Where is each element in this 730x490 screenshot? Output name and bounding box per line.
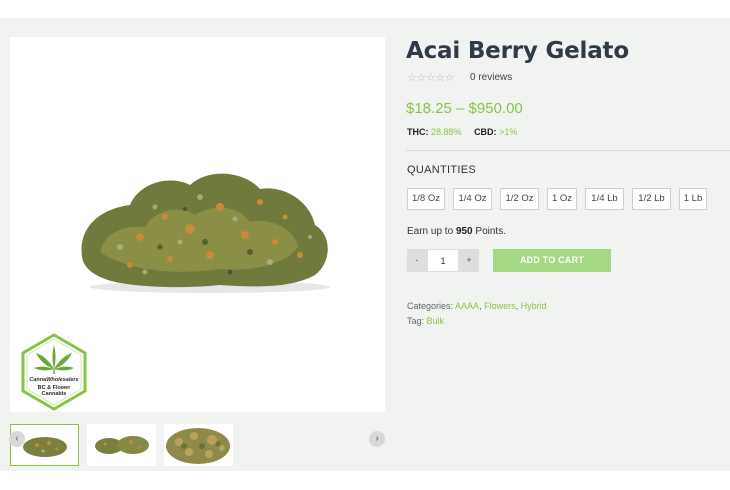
points-amount: 950 <box>455 226 473 237</box>
bottom-bar <box>0 471 730 490</box>
badge-brand-text: CannaWholesalers <box>29 377 79 383</box>
top-bar <box>0 0 730 18</box>
product-tags: Tag: Bulk <box>407 316 444 326</box>
thumbnail-strip <box>10 424 385 466</box>
price-range: $18.25 – $950.00 <box>406 100 523 117</box>
category-link-hybrid[interactable]: Hybrid <box>521 301 547 311</box>
quantity-option-1-oz[interactable]: 1 Oz <box>547 188 577 210</box>
divider <box>406 150 730 151</box>
quantity-option-1-2-lb[interactable]: 1/2 Lb <box>632 188 671 210</box>
quantity-increase-button[interactable]: + <box>459 249 479 272</box>
cbd-label: CBD: <box>474 127 497 137</box>
quantity-option-1-4-oz[interactable]: 1/4 Oz <box>453 188 492 210</box>
quantity-decrease-button[interactable]: - <box>407 249 427 272</box>
thumbnail-pile-image <box>164 424 233 466</box>
category-link-aaaa[interactable]: AAAA <box>455 301 479 311</box>
quantity-option-1-4-lb[interactable]: 1/4 Lb <box>585 188 624 210</box>
hexagon-logo-icon <box>21 333 87 411</box>
categories-label: Categories: <box>407 301 454 311</box>
product-categories: Categories: AAAA, Flowers, Hybrid <box>407 301 547 311</box>
points-suffix: Points. <box>475 226 506 237</box>
thumbnail-buds-image <box>95 436 149 454</box>
quantity-option-1-2-oz[interactable]: 1/2 Oz <box>500 188 539 210</box>
thumbnail-next-icon[interactable]: › <box>369 431 385 447</box>
points-prefix: Earn up to <box>407 226 454 237</box>
thumbnail-2[interactable] <box>87 424 156 466</box>
points-text: Earn up to 950 Points. <box>407 226 506 237</box>
add-to-cart-button[interactable]: ADD TO CART <box>493 249 611 272</box>
quantity-option-1-lb[interactable]: 1 Lb <box>679 188 707 210</box>
badge-line-2: Cannabis <box>41 391 67 397</box>
tag-link-bulk[interactable]: Bulk <box>427 316 445 326</box>
thumbnail-prev-icon[interactable]: ‹ <box>9 431 25 447</box>
quantity-option-1-8-oz[interactable]: 1/8 Oz <box>407 188 445 210</box>
cannabinoid-info: THC: 28.88% CBD: >1% <box>407 127 517 137</box>
quantity-input[interactable] <box>427 249 459 272</box>
cbd-value: >1% <box>499 127 518 137</box>
thc-value: 28.88% <box>431 127 462 137</box>
main-product-image[interactable]: CannaWholesalers BC & Flower Cannabis <box>10 37 385 412</box>
tag-label: Tag: <box>407 316 425 326</box>
reviews-link[interactable]: 0 reviews <box>470 72 512 83</box>
category-link-flowers[interactable]: Flowers <box>484 301 516 311</box>
product-title: Acai Berry Gelato <box>406 38 629 64</box>
thumbnail-3[interactable] <box>164 424 233 466</box>
cannabis-bud-image <box>81 173 330 293</box>
thc-label: THC: <box>407 127 429 137</box>
star-rating-icon: ☆☆☆☆☆ <box>407 72 454 84</box>
brand-badge: CannaWholesalers BC & Flower Cannabis <box>20 333 88 411</box>
quantities-label: QUANTITIES <box>407 164 477 176</box>
